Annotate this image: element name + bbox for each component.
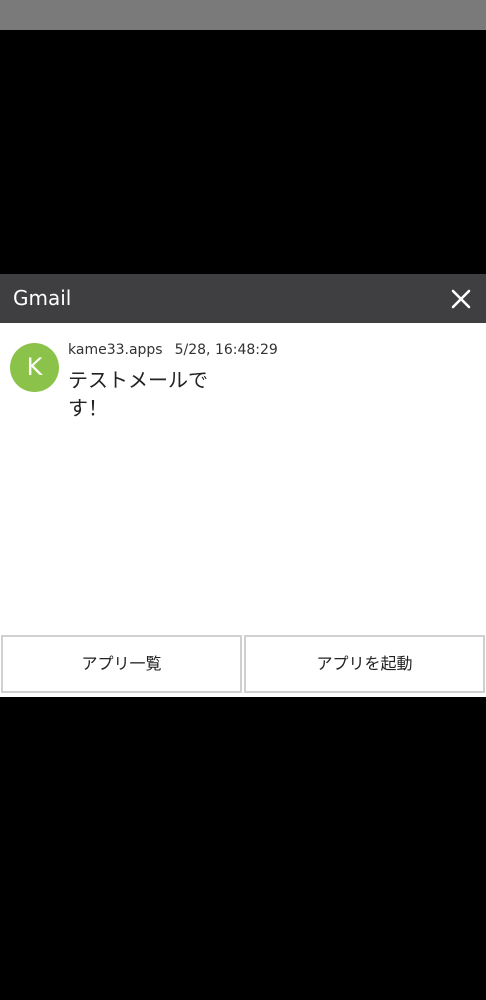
close-icon xyxy=(451,289,471,309)
avatar: K xyxy=(10,343,59,392)
notification-dialog: Gmail K kame33.apps 5/28, 16:48:29 テストメール… xyxy=(0,274,486,697)
status-bar xyxy=(0,0,486,30)
message-meta: kame33.apps 5/28, 16:48:29 xyxy=(68,341,278,359)
dialog-header: Gmail xyxy=(0,274,486,323)
sender-name: kame33.apps xyxy=(68,342,163,358)
background-scrim-bottom[interactable] xyxy=(0,697,486,1000)
message-timestamp: 5/28, 16:48:29 xyxy=(174,342,278,358)
launch-app-button[interactable]: アプリを起動 xyxy=(244,635,485,693)
background-scrim-top[interactable] xyxy=(0,30,486,274)
message-body: テストメールです！ xyxy=(68,368,208,420)
close-button[interactable] xyxy=(446,284,476,314)
app-list-button[interactable]: アプリ一覧 xyxy=(1,635,242,693)
dialog-title: Gmail xyxy=(13,286,72,310)
